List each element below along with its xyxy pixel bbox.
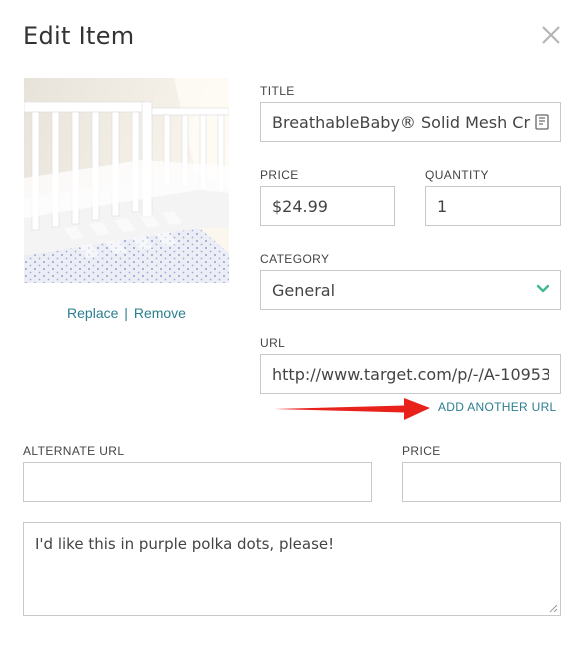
add-another-url-link[interactable]: ADD ANOTHER URL [438, 400, 557, 414]
alternate-url-input[interactable] [23, 462, 372, 502]
quantity-value: 1 [437, 196, 448, 216]
dialog-title: Edit Item [23, 22, 135, 50]
photo-actions: Replace | Remove [24, 305, 229, 321]
notes-textarea[interactable]: I'd like this in purple polka dots, plea… [23, 522, 561, 616]
title-input[interactable]: BreathableBaby® Solid Mesh Crib Liner [260, 102, 561, 142]
price-label: PRICE [260, 168, 299, 182]
title-value: BreathableBaby® Solid Mesh Crib Liner [272, 112, 531, 132]
price-input[interactable]: $24.99 [260, 186, 395, 226]
book-icon [535, 114, 549, 130]
url-value: http://www.target.com/p/-/A-10953 [272, 364, 549, 384]
alt-price-input[interactable] [402, 462, 561, 502]
title-label: TITLE [260, 84, 295, 98]
item-photo [24, 78, 229, 283]
url-label: URL [260, 336, 286, 350]
link-separator: | [124, 305, 128, 321]
alt-price-label: PRICE [402, 444, 441, 458]
quantity-label: QUANTITY [425, 168, 489, 182]
alternate-url-label: ALTERNATE URL [23, 444, 125, 458]
category-value: General [272, 280, 336, 300]
notes-value: I'd like this in purple polka dots, plea… [35, 535, 335, 553]
quantity-input[interactable]: 1 [425, 186, 561, 226]
category-select[interactable]: General [260, 270, 561, 310]
price-value: $24.99 [272, 196, 328, 216]
category-label: CATEGORY [260, 252, 330, 266]
url-input[interactable]: http://www.target.com/p/-/A-10953 [260, 354, 561, 394]
replace-image-link[interactable]: Replace [67, 305, 118, 321]
annotation-arrow-icon [274, 398, 430, 420]
remove-image-link[interactable]: Remove [134, 305, 186, 321]
chevron-down-icon [536, 284, 550, 293]
close-icon[interactable] [540, 24, 562, 46]
resize-handle-icon[interactable] [548, 603, 558, 613]
